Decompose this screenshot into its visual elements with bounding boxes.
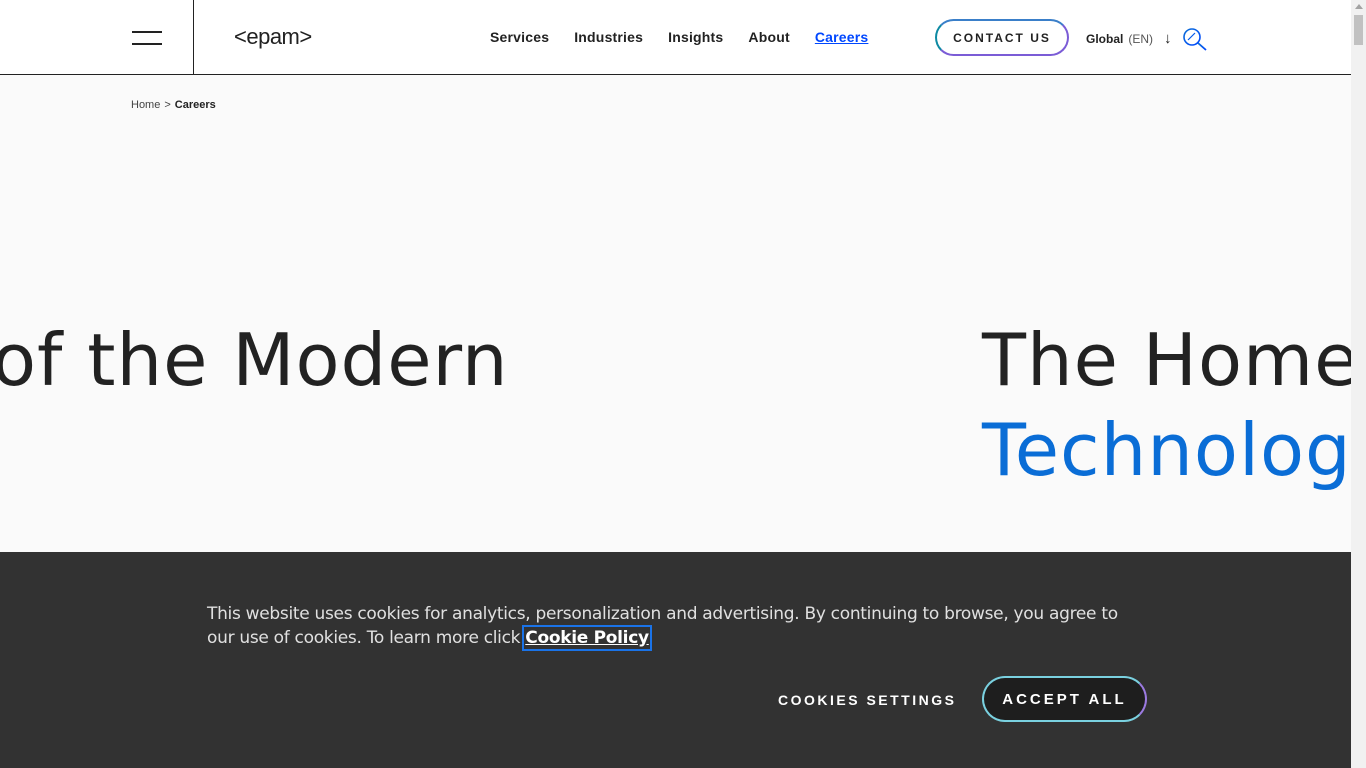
- region-label: Global: [1086, 31, 1124, 46]
- hamburger-icon: [132, 31, 162, 33]
- nav-item-industries[interactable]: Industries: [574, 29, 643, 45]
- page-scrollbar[interactable]: [1351, 0, 1366, 768]
- nav-item-about[interactable]: About: [748, 29, 789, 45]
- cookie-policy-link[interactable]: Cookie Policy: [522, 625, 652, 651]
- scroll-up-icon[interactable]: [1355, 4, 1363, 9]
- arrow-down-icon: ↓: [1164, 30, 1172, 47]
- breadcrumb-current: Careers: [174, 99, 216, 111]
- hamburger-menu-button[interactable]: [0, 0, 194, 74]
- epam-logo[interactable]: <epam>: [234, 24, 312, 50]
- region-selector[interactable]: Global (EN) ↓: [1086, 30, 1172, 47]
- cookie-banner: This website uses cookies for analytics,…: [0, 552, 1351, 768]
- hero-headline-line-1: The Home o: [982, 318, 1351, 402]
- breadcrumb-separator: >: [164, 99, 171, 111]
- nav-item-insights[interactable]: Insights: [668, 29, 723, 45]
- breadcrumb-home[interactable]: Home: [131, 99, 160, 111]
- hero-headline-line-2: Technologi: [982, 408, 1351, 492]
- cookie-message: This website uses cookies for analytics,…: [207, 602, 1137, 651]
- main-nav: Services Industries Insights About Caree…: [490, 29, 868, 45]
- hamburger-icon-line: [132, 43, 162, 45]
- nav-item-services[interactable]: Services: [490, 29, 549, 45]
- hero-headline-scrolled: of the Modern: [0, 318, 509, 402]
- nav-item-careers[interactable]: Careers: [815, 29, 869, 45]
- site-header: <epam> Services Industries Insights Abou…: [0, 0, 1351, 75]
- breadcrumb: Home > Careers: [131, 99, 216, 111]
- contact-us-button[interactable]: CONTACT US: [935, 19, 1069, 56]
- cookie-message-text: This website uses cookies for analytics,…: [207, 604, 1118, 648]
- language-label: (EN): [1128, 31, 1154, 46]
- search-icon[interactable]: [1182, 27, 1208, 51]
- accept-all-button[interactable]: ACCEPT ALL: [982, 676, 1147, 722]
- cookies-settings-button[interactable]: COOKIES SETTINGS: [778, 692, 956, 708]
- scrollbar-thumb[interactable]: [1354, 15, 1363, 45]
